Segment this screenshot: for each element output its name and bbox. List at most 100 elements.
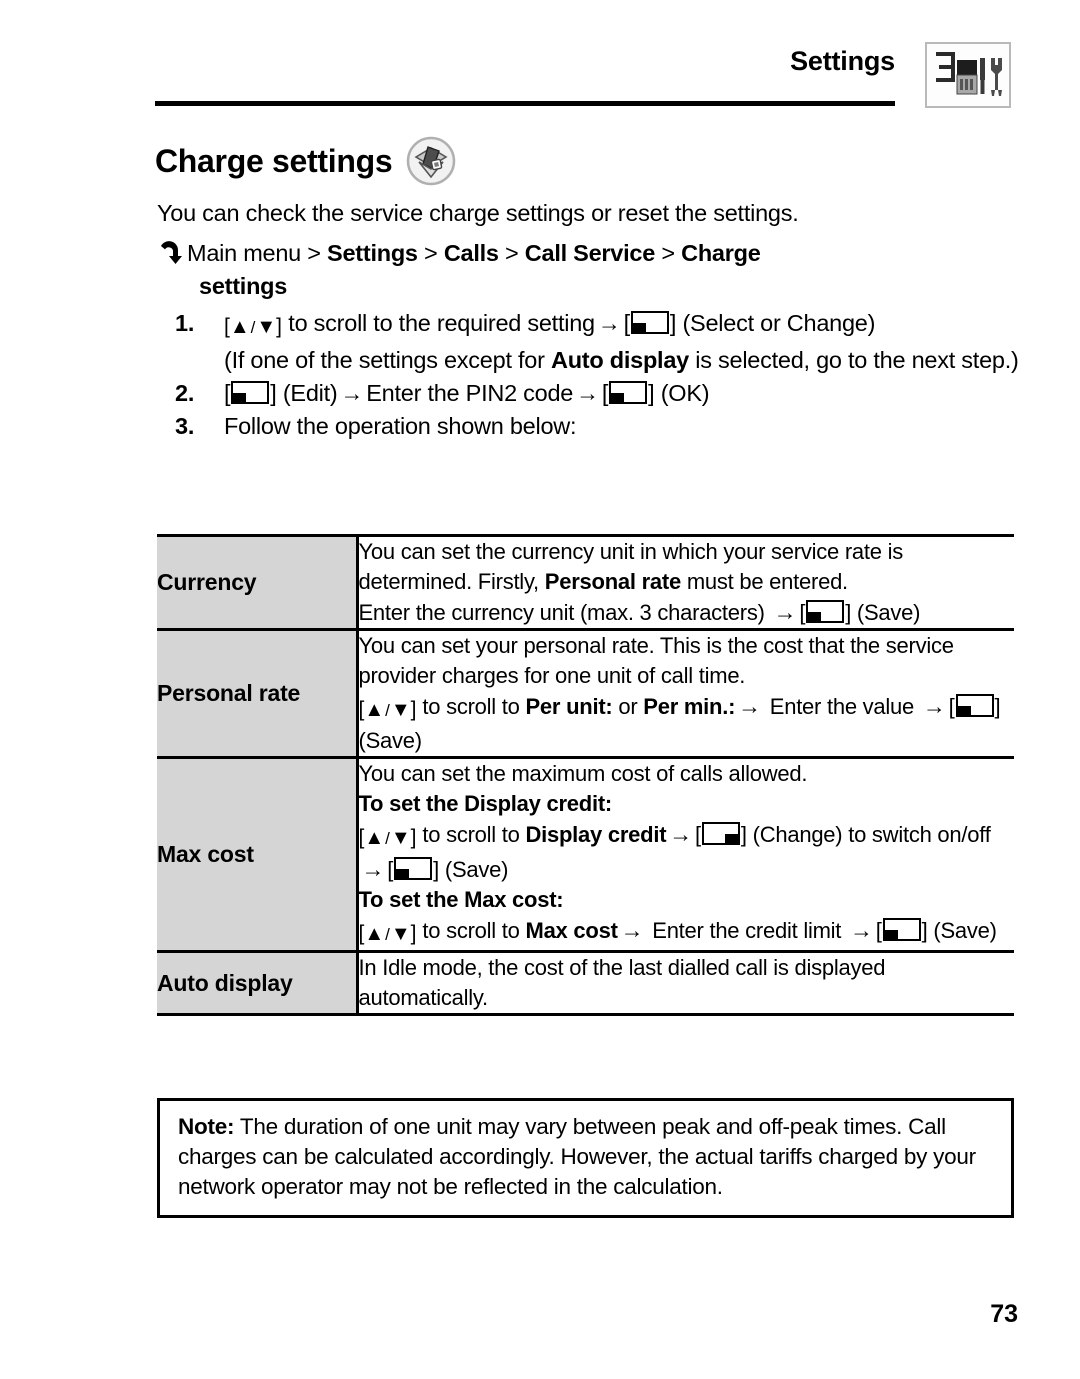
arrow-icon: → xyxy=(361,856,385,882)
body-text: (Save) xyxy=(851,600,921,625)
soft-key-left-icon: [] xyxy=(875,918,928,943)
description-line: [▲/▼] to scroll to Max cost → Enter the c… xyxy=(359,915,1015,950)
description-line: Enter the currency unit (max. 3 characte… xyxy=(359,597,1015,628)
row-description: You can set your personal rate. This is … xyxy=(357,629,1015,759)
soft-key-left-icon: [] xyxy=(387,857,439,882)
arrow-icon: → xyxy=(850,917,873,943)
emphasis-text: Per unit: xyxy=(525,694,613,719)
arrow-icon: → xyxy=(597,310,621,336)
breadcrumb-sep-1: > xyxy=(417,240,444,266)
breadcrumb: Main menu > Settings > Calls > Call Serv… xyxy=(157,237,1027,303)
body-text: (Change) to switch on/off xyxy=(746,822,991,847)
description-line: To set the Max cost: xyxy=(359,885,1015,915)
manual-page: Settings Charge settings You can check t… xyxy=(0,0,1080,1379)
step-2-text-b: Enter the PIN2 code xyxy=(366,380,574,406)
description-line: To set the Display credit: xyxy=(359,789,1015,819)
body-text: You can set the maximum cost of calls al… xyxy=(358,761,808,786)
breadcrumb-crumb-3: Charge xyxy=(681,240,761,266)
description-line: You can set the currency unit in which y… xyxy=(359,537,1015,597)
body-text: (Save) xyxy=(927,918,997,943)
emphasis-text: Display credit xyxy=(525,822,667,847)
description-line: [▲/▼] to scroll to Per unit: or Per min.… xyxy=(359,691,1015,756)
procedure-steps: 1. [▲/▼] to scroll to the required settin… xyxy=(157,308,1027,444)
chapter-title: Settings xyxy=(790,46,895,76)
row-label: Auto display xyxy=(157,951,359,1016)
phone-tools-icon xyxy=(925,42,1011,108)
emphasis-text: To set the Display credit: xyxy=(358,791,613,816)
soft-key-left-icon xyxy=(630,311,669,334)
updown-key-icon: [▲/▼] xyxy=(358,698,417,721)
soft-key-left-icon xyxy=(609,381,648,404)
body-text: Enter the credit limit xyxy=(646,918,848,943)
step-3-number: 3. xyxy=(175,413,195,439)
note-text: The duration of one unit may vary betwee… xyxy=(178,1114,976,1199)
step-2-text-a: (Edit) xyxy=(282,380,338,406)
body-text: In Idle mode, the cost of the last diall… xyxy=(358,955,886,1010)
page-number: 73 xyxy=(990,1300,1018,1328)
soft-key-left-icon: [] xyxy=(948,694,1001,719)
emphasis-text: Max cost xyxy=(525,918,618,943)
arrow-icon: → xyxy=(340,380,364,406)
breadcrumb-sep-0: > xyxy=(301,240,328,266)
description-line: [▲/▼] to scroll to Display credit →[] (Ch… xyxy=(359,819,1015,885)
step-1-note-tail: is selected, go to the next step.) xyxy=(688,347,1019,373)
table-row: Personal rate You can set your personal r… xyxy=(157,629,1015,759)
enter-arrow-icon xyxy=(157,240,183,266)
note-box: Note: The duration of one unit may vary … xyxy=(157,1098,1014,1218)
soft-key-left-icon: [] xyxy=(799,600,852,625)
breadcrumb-prefix: Main menu xyxy=(187,240,301,266)
arrow-icon: → xyxy=(773,599,797,625)
header-rule xyxy=(155,101,895,106)
arrow-icon: → xyxy=(620,917,644,943)
step-1: 1. [▲/▼] to scroll to the required settin… xyxy=(157,308,1027,343)
emphasis-text: To set the Max cost: xyxy=(358,887,564,912)
description-line: You can set the maximum cost of calls al… xyxy=(359,759,1015,789)
body-text: must be entered. xyxy=(680,569,848,594)
breadcrumb-sep-3: > xyxy=(655,240,682,266)
table-body: Currency You can set the currency unit in… xyxy=(157,534,1015,1016)
arrow-icon: → xyxy=(669,821,693,847)
body-text: Enter the currency unit (max. 3 characte… xyxy=(358,600,771,625)
breadcrumb-crumb-2: Call Service xyxy=(524,240,656,266)
step-3: 3. Follow the operation shown below: xyxy=(157,411,1027,442)
step-2: 2.[] (Edit) → Enter the PIN2 code →[] (OK) xyxy=(157,378,1027,409)
table-row: Max cost You can set the maximum cost of … xyxy=(157,757,1015,953)
updown-key-icon: [▲/▼] xyxy=(224,315,283,338)
step-2-number: 2. xyxy=(175,380,195,406)
description-line: You can set your personal rate. This is … xyxy=(359,631,1015,691)
body-text: to scroll to xyxy=(416,918,526,943)
step-1-note: (If one of the settings except for Auto … xyxy=(157,345,1027,376)
soft-key-right-icon: [] xyxy=(695,822,747,847)
breadcrumb-wrap: settings xyxy=(199,273,288,299)
running-header: Settings xyxy=(155,46,895,108)
updown-key-icon: [▲/▼] xyxy=(358,826,417,849)
row-label: Max cost xyxy=(157,757,359,953)
body-text: to scroll to xyxy=(416,694,526,719)
soft-key-left-icon xyxy=(231,381,270,404)
breadcrumb-crumb-1: Calls xyxy=(443,240,499,266)
step-1-number: 1. xyxy=(175,310,195,336)
updown-key-icon: [▲/▼] xyxy=(358,922,417,945)
arrow-icon: → xyxy=(922,693,946,719)
arrow-icon: → xyxy=(576,380,599,406)
description-line: In Idle mode, the cost of the last diall… xyxy=(359,953,1015,1013)
breadcrumb-crumb-0: Settings xyxy=(327,240,418,266)
charge-settings-table: Currency You can set the currency unit in… xyxy=(157,534,1014,1016)
note-label: Note: xyxy=(178,1114,235,1139)
page-title: Charge settings xyxy=(155,142,393,179)
body-text: to scroll to xyxy=(416,822,526,847)
row-description: You can set the maximum cost of calls al… xyxy=(357,757,1015,953)
step-2-text-c: (OK) xyxy=(660,380,710,406)
body-text: or xyxy=(612,694,644,719)
intro-paragraph: You can check the service charge setting… xyxy=(157,200,799,226)
row-label: Currency xyxy=(157,534,359,631)
row-description: You can set the currency unit in which y… xyxy=(357,534,1015,631)
table-row: Currency You can set the currency unit in… xyxy=(157,534,1015,631)
emphasis-text: Per min.: xyxy=(643,694,736,719)
body-text: (Save) xyxy=(439,857,509,882)
step-1-note-head: (If one of the settings except for xyxy=(224,347,551,373)
step-1-text-a: to scroll to the required setting xyxy=(288,310,595,336)
arrow-icon: → xyxy=(738,693,761,719)
breadcrumb-sep-2: > xyxy=(498,240,525,266)
step-1-text-b: (Select or Change) xyxy=(682,310,876,336)
